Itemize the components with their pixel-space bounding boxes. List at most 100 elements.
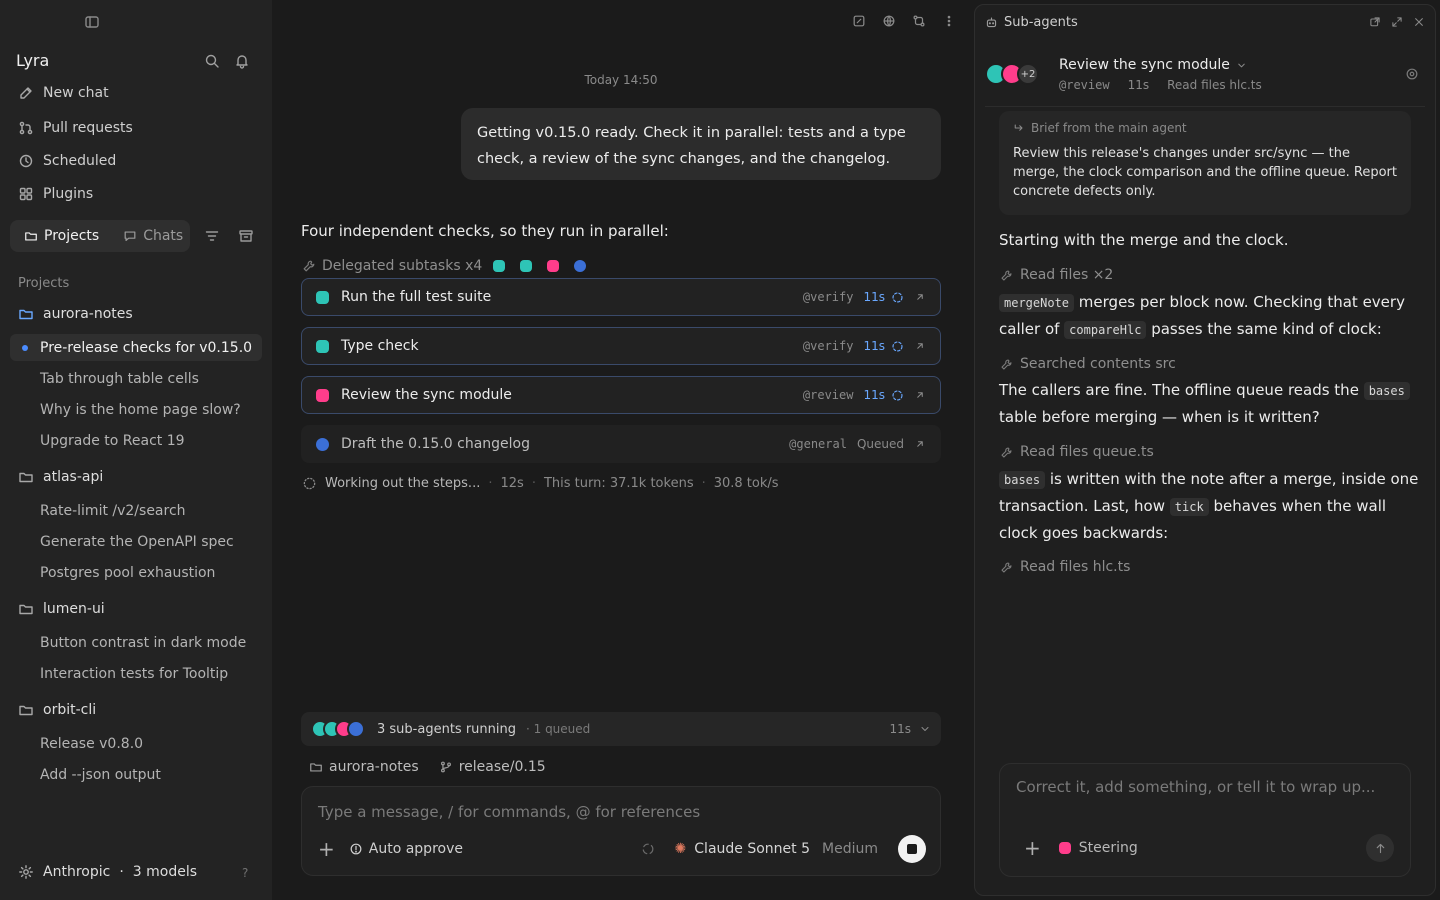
stop-button[interactable]	[898, 835, 926, 863]
tool-call[interactable]: Read files ×2	[1000, 267, 1113, 283]
user-message: Getting v0.15.0 ready. Check it in paral…	[461, 108, 941, 180]
more-agents-count: +2	[1017, 63, 1039, 85]
archive-icon[interactable]	[238, 228, 254, 244]
bell-icon[interactable]	[234, 53, 250, 69]
stop-icon	[907, 844, 917, 854]
scheduled-link[interactable]: Scheduled	[18, 153, 116, 169]
pop-out-icon[interactable]	[1369, 16, 1381, 28]
chat-item[interactable]: Button contrast in dark mode	[10, 629, 262, 656]
edit-icon	[20, 87, 32, 99]
add-attachment-button[interactable]: +	[1024, 836, 1041, 860]
steering-composer[interactable]: Correct it, add something, or tell it to…	[999, 763, 1411, 877]
help-button[interactable]: ?	[242, 866, 248, 880]
tab-projects[interactable]: Projects	[12, 222, 111, 250]
folder-icon	[19, 309, 33, 320]
project-atlas-api[interactable]: atlas-api	[18, 469, 103, 485]
spinner-icon	[892, 340, 903, 352]
subtask-card[interactable]: Type check @verify 11s	[301, 327, 941, 365]
chat-item[interactable]: Tab through table cells	[10, 365, 262, 392]
chat-item[interactable]: Generate the OpenAPI spec	[10, 528, 262, 555]
globe-icon[interactable]	[882, 14, 896, 28]
tool-call[interactable]: Searched contents src	[1000, 356, 1176, 372]
project-selector[interactable]: aurora-notes	[329, 759, 419, 775]
more-icon[interactable]	[942, 14, 956, 28]
plugins-link[interactable]: Plugins	[18, 186, 93, 202]
clock-icon	[350, 843, 362, 855]
robot-icon	[986, 17, 997, 28]
tab-chats[interactable]: Chats	[111, 222, 195, 250]
working-status: Working out the steps... · 12s · This tu…	[302, 476, 779, 491]
target-icon[interactable]	[1405, 67, 1419, 81]
open-external-icon[interactable]	[914, 438, 926, 450]
expand-icon[interactable]	[1391, 16, 1403, 28]
chevron-down-icon	[1238, 63, 1245, 67]
message-composer[interactable]: Type a message, / for commands, @ for re…	[301, 786, 941, 876]
return-arrow-icon	[1014, 124, 1023, 131]
message-input[interactable]: Type a message, / for commands, @ for re…	[318, 803, 700, 821]
spinner-icon	[892, 389, 903, 401]
chat-icon	[124, 231, 136, 241]
chat-item[interactable]: Add --json output	[10, 761, 262, 788]
claude-logo-icon: ✺	[674, 841, 687, 857]
grid-icon	[19, 187, 33, 201]
sidebar-toggle-icon[interactable]	[84, 14, 100, 30]
subtask-card[interactable]: Review the sync module @review 11s	[301, 376, 941, 414]
branch-selector[interactable]: release/0.15	[459, 759, 546, 775]
filter-icon[interactable]	[204, 228, 220, 244]
new-chat-button[interactable]: New chat	[18, 85, 109, 101]
projects-chats-toggle: Projects Chats	[10, 220, 190, 252]
account-settings-button[interactable]: Anthropic · 3 models	[18, 864, 197, 880]
clock-icon	[19, 154, 33, 168]
auto-approve-toggle[interactable]: Auto approve	[349, 841, 463, 857]
close-icon[interactable]	[1413, 16, 1425, 28]
spinner-icon	[892, 291, 903, 303]
search-icon[interactable]	[204, 53, 220, 69]
message-timestamp: Today 14:50	[584, 73, 658, 87]
add-attachment-button[interactable]: +	[318, 839, 335, 859]
effort-selector[interactable]: Medium	[822, 841, 878, 857]
git-branch-icon	[440, 761, 451, 773]
pull-requests-link[interactable]: Pull requests	[18, 120, 133, 136]
git-compare-icon[interactable]	[912, 14, 926, 28]
assistant-message: Four independent checks, so they run in …	[301, 222, 669, 240]
model-selector[interactable]: ✺ Claude Sonnet 5	[641, 841, 810, 857]
chat-item[interactable]: Rate-limit /v2/search	[10, 497, 262, 524]
gear-icon	[19, 865, 33, 879]
panel-icon[interactable]	[852, 14, 866, 28]
agent-avatar	[1058, 842, 1071, 854]
chat-item[interactable]: Why is the home page slow?	[10, 396, 262, 423]
tool-call[interactable]: Read files queue.ts	[1000, 444, 1154, 460]
tool-call[interactable]: Read files hlc.ts	[1000, 559, 1130, 575]
agent-message: The callers are fine. The offline queue …	[999, 377, 1419, 430]
chat-item[interactable]: Interaction tests for Tooltip	[10, 660, 262, 687]
chat-item[interactable]: Postgres pool exhaustion	[10, 559, 262, 586]
open-external-icon[interactable]	[914, 291, 926, 303]
agent-message: mergeNote merges per block now. Checking…	[999, 293, 1405, 339]
steering-input[interactable]: Correct it, add something, or tell it to…	[1016, 778, 1375, 796]
subtask-card[interactable]: Run the full test suite @verify 11s	[301, 278, 941, 316]
folder-icon	[25, 232, 37, 241]
agent-avatar-review	[547, 260, 560, 272]
open-external-icon[interactable]	[914, 389, 926, 401]
chat-item[interactable]: Upgrade to React 19	[10, 427, 262, 454]
agent-avatar	[316, 437, 329, 451]
chat-item[interactable]: Pre-release checks for v0.15.0	[10, 334, 262, 361]
git-pull-icon	[19, 121, 33, 135]
wrench-icon	[1001, 358, 1012, 370]
send-button[interactable]	[1366, 834, 1394, 862]
active-agent-header[interactable]: +2 Review the sync module @review 11s Re…	[985, 57, 1425, 107]
agent-avatar-verify	[493, 260, 506, 272]
chevron-down-icon	[921, 726, 929, 732]
subtask-card[interactable]: Draft the 0.15.0 changelog @general Queu…	[301, 425, 941, 463]
open-external-icon[interactable]	[914, 340, 926, 352]
delegated-subtasks-header: Delegated subtasks x4	[302, 258, 587, 274]
folder-icon	[19, 604, 33, 615]
project-aurora-notes[interactable]: aurora-notes	[18, 306, 133, 322]
agent-avatar-verify	[520, 260, 533, 272]
steering-target[interactable]: Steering	[1058, 840, 1138, 856]
project-orbit-cli[interactable]: orbit-cli	[18, 702, 96, 718]
subagents-status-bar[interactable]: 3 sub-agents running · 1 queued 11s	[301, 712, 941, 746]
agent-message: bases is written with the note after a m…	[999, 470, 1419, 542]
project-lumen-ui[interactable]: lumen-ui	[18, 601, 105, 617]
chat-item[interactable]: Release v0.8.0	[10, 730, 262, 757]
